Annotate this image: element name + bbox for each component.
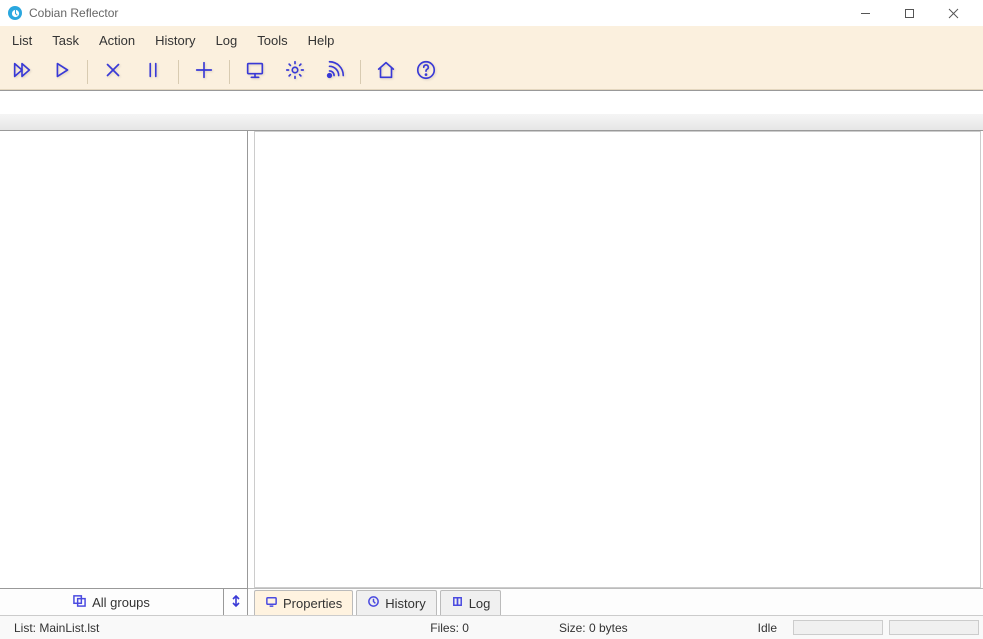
stop-button[interactable] <box>97 57 129 87</box>
task-list-area[interactable] <box>0 131 247 588</box>
run-all-button[interactable] <box>6 57 38 87</box>
menu-history[interactable]: History <box>145 29 205 52</box>
monitor-button[interactable] <box>239 57 271 87</box>
status-state: Idle <box>748 616 787 639</box>
properties-icon <box>265 595 278 611</box>
tab-log-label: Log <box>469 596 491 611</box>
tab-history-label: History <box>385 596 425 611</box>
toolbar-separator <box>178 60 179 84</box>
toolbar-separator <box>87 60 88 84</box>
tab-properties-label: Properties <box>283 596 342 611</box>
app-icon <box>8 6 22 20</box>
menu-tools[interactable]: Tools <box>247 29 297 52</box>
menu-bar: List Task Action History Log Tools Help <box>0 26 983 54</box>
groups-button[interactable]: All groups <box>0 589 224 615</box>
groups-label: All groups <box>92 595 150 610</box>
menu-help[interactable]: Help <box>298 29 345 52</box>
status-size: Size: 0 bytes <box>549 616 638 639</box>
tab-log[interactable]: Log <box>440 590 502 615</box>
minimize-button[interactable] <box>843 0 887 26</box>
network-button[interactable] <box>319 57 351 87</box>
add-icon <box>193 59 215 84</box>
status-files: Files: 0 <box>420 616 479 639</box>
right-pane: Properties History Log <box>248 131 983 615</box>
monitor-icon <box>244 59 266 84</box>
task-list-header <box>0 91 983 131</box>
stop-icon <box>102 59 124 84</box>
maximize-button[interactable] <box>887 0 931 26</box>
status-progress-slot <box>793 620 883 635</box>
close-button[interactable] <box>931 0 975 26</box>
pause-icon <box>142 59 164 84</box>
help-icon <box>415 59 437 84</box>
menu-list[interactable]: List <box>2 29 42 52</box>
window-title: Cobian Reflector <box>29 6 118 20</box>
toolbar-separator <box>360 60 361 84</box>
menu-log[interactable]: Log <box>206 29 248 52</box>
run-all-icon <box>11 59 33 84</box>
left-pane: All groups <box>0 131 248 615</box>
run-icon <box>51 59 73 84</box>
run-button[interactable] <box>46 57 78 87</box>
network-icon <box>324 59 346 84</box>
menu-task[interactable]: Task <box>42 29 89 52</box>
add-button[interactable] <box>188 57 220 87</box>
tab-properties[interactable]: Properties <box>254 590 353 615</box>
groups-icon <box>73 594 86 610</box>
status-list: List: MainList.lst <box>4 616 109 639</box>
tab-history[interactable]: History <box>356 590 436 615</box>
sort-button[interactable] <box>224 589 247 615</box>
toolbar <box>0 54 983 90</box>
details-area <box>254 131 981 588</box>
title-bar: Cobian Reflector <box>0 0 983 26</box>
toolbar-separator <box>229 60 230 84</box>
menu-action[interactable]: Action <box>89 29 145 52</box>
help-button[interactable] <box>410 57 442 87</box>
pause-button[interactable] <box>137 57 169 87</box>
home-button[interactable] <box>370 57 402 87</box>
log-icon <box>451 595 464 611</box>
history-icon <box>367 595 380 611</box>
home-icon <box>375 59 397 84</box>
settings-button[interactable] <box>279 57 311 87</box>
detail-tabs: Properties History Log <box>248 588 983 615</box>
status-grip <box>889 620 979 635</box>
status-bar: List: MainList.lst Files: 0 Size: 0 byte… <box>0 615 983 639</box>
settings-icon <box>284 59 306 84</box>
workspace: All groups Properties H <box>0 90 983 615</box>
sort-icon <box>230 594 242 611</box>
